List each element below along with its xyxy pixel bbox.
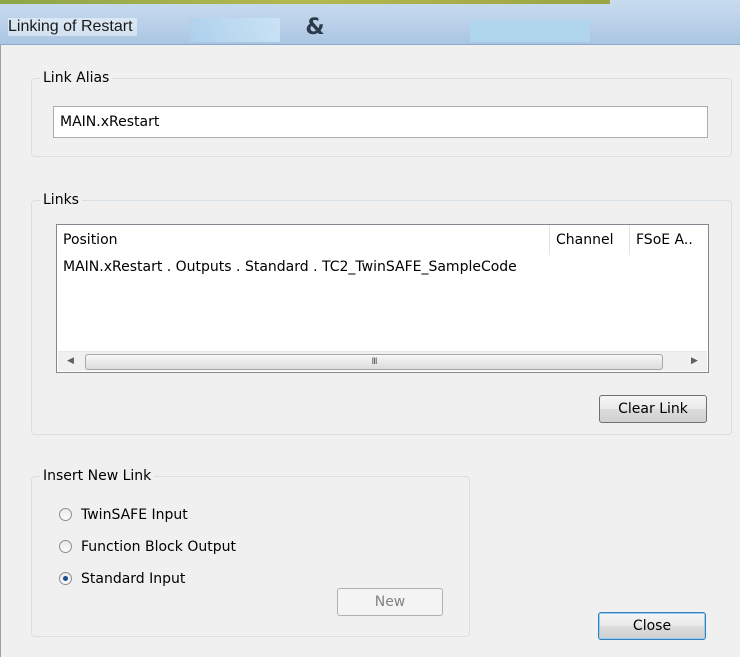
radio-label: Function Block Output <box>81 539 236 555</box>
radio-twinsafe-input[interactable]: TwinSAFE Input <box>59 505 188 525</box>
background-decoration <box>470 20 590 42</box>
links-legend: Links <box>40 192 82 208</box>
new-link-button[interactable]: New <box>337 588 443 616</box>
insert-new-link-group: Insert New Link TwinSAFE Input Function … <box>31 468 470 637</box>
link-alias-legend: Link Alias <box>40 70 113 86</box>
horizontal-scrollbar[interactable]: ◀ III ▶ <box>58 351 707 371</box>
radio-label: TwinSAFE Input <box>81 507 188 523</box>
title-accent-strip <box>0 0 610 4</box>
column-header-channel[interactable]: Channel <box>550 225 630 255</box>
dialog-body: Link Alias MAIN.xRestart Links Position … <box>0 45 740 657</box>
column-header-fsoe-address[interactable]: FSoE A.. <box>630 225 708 255</box>
background-decoration <box>190 18 280 42</box>
background-glyph: & <box>305 15 325 40</box>
link-alias-group: Link Alias MAIN.xRestart <box>31 70 732 157</box>
scroll-thumb[interactable]: III <box>85 354 663 370</box>
link-alias-input[interactable]: MAIN.xRestart <box>53 106 708 138</box>
links-list-header: Position Channel FSoE A.. <box>57 225 708 255</box>
scroll-left-icon[interactable]: ◀ <box>61 352 80 371</box>
clear-link-button[interactable]: Clear Link <box>599 395 707 423</box>
table-row[interactable]: MAIN.xRestart . Outputs . Standard . TC2… <box>57 255 517 279</box>
close-button[interactable]: Close <box>598 612 706 640</box>
radio-icon <box>59 508 72 521</box>
title-bar: & Linking of Restart <box>0 0 740 45</box>
radio-icon <box>59 540 72 553</box>
window-title: Linking of Restart <box>8 18 137 36</box>
radio-standard-input[interactable]: Standard Input <box>59 569 185 589</box>
radio-selected-icon <box>59 572 72 585</box>
links-group: Links Position Channel FSoE A.. MAIN.xRe… <box>31 192 732 435</box>
scroll-right-icon[interactable]: ▶ <box>685 352 704 371</box>
radio-label: Standard Input <box>81 571 186 587</box>
radio-function-block-output[interactable]: Function Block Output <box>59 537 236 557</box>
column-header-position[interactable]: Position <box>57 225 550 255</box>
insert-new-link-legend: Insert New Link <box>40 468 155 484</box>
links-list[interactable]: Position Channel FSoE A.. MAIN.xRestart … <box>56 224 709 373</box>
